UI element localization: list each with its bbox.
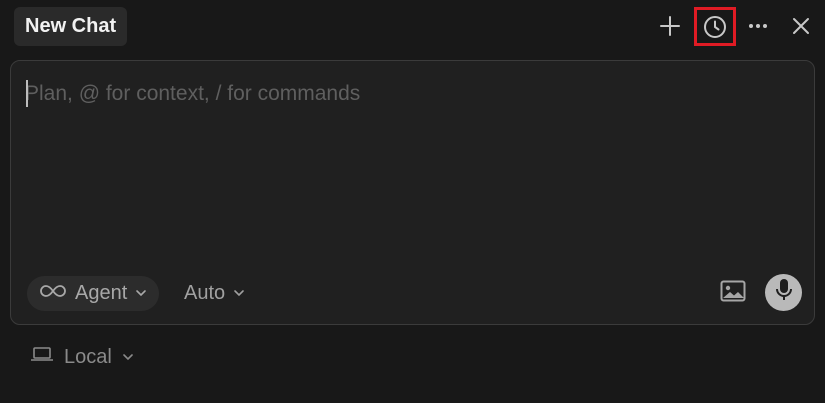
history-button[interactable] [694, 7, 736, 46]
chevron-down-icon [233, 282, 245, 305]
clock-icon [703, 15, 727, 39]
voice-input-button[interactable] [765, 274, 802, 311]
text-cursor [26, 80, 28, 107]
environment-label: Local [64, 345, 112, 368]
close-icon [791, 16, 811, 36]
close-button[interactable] [783, 8, 819, 44]
attach-image-button[interactable] [716, 276, 750, 310]
laptop-icon [30, 345, 54, 369]
environment-selector[interactable]: Local [30, 340, 134, 374]
tab-title: New Chat [25, 15, 117, 37]
more-options-button[interactable] [740, 8, 776, 44]
microphone-icon [775, 278, 793, 307]
infinity-icon [39, 282, 67, 305]
chevron-down-icon [122, 346, 134, 369]
ellipsis-icon [747, 15, 769, 37]
plus-icon [659, 15, 681, 37]
message-input[interactable] [25, 77, 785, 111]
tab-new-chat[interactable]: New Chat [14, 7, 128, 46]
mode-selector[interactable]: Agent [27, 276, 160, 311]
new-chat-button[interactable] [652, 8, 688, 44]
model-label: Auto [184, 282, 226, 304]
chevron-down-icon [135, 282, 147, 305]
chat-header: New Chat [0, 0, 825, 54]
model-selector[interactable]: Auto [184, 276, 245, 311]
chat-composer: Agent Auto [10, 60, 815, 325]
image-icon [720, 280, 746, 307]
mode-label: Agent [75, 282, 128, 304]
chat-panel: New Chat Plan, @ for context, / for comm… [0, 0, 825, 403]
